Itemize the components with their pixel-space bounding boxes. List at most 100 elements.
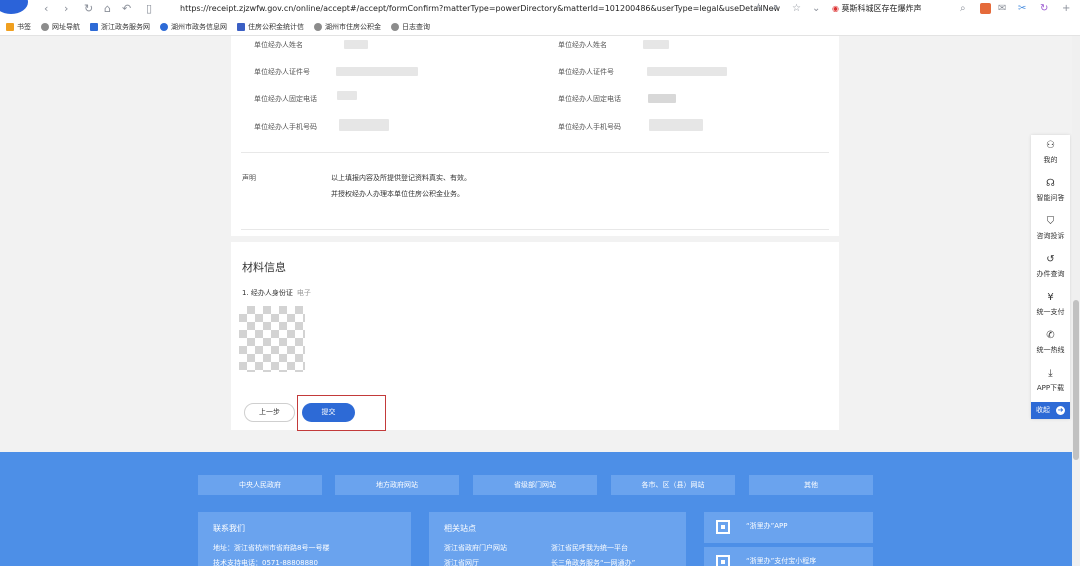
sidebar-item-qa[interactable]: ☊ 智能问答: [1031, 173, 1070, 211]
home-icon[interactable]: ⌂: [104, 3, 111, 15]
browser-chrome: ‹ › ↻ ⌂ ↶ ▯ https://receipt.zjzwfw.gov.c…: [0, 0, 1080, 36]
footer-link-provincial-dept[interactable]: 省级部门网站: [473, 475, 597, 495]
bookmarks-bar: 书签 网址导航 浙江政务服务网 湖州市政务信息网 住房公积金统计信 湖州市住房公…: [0, 19, 1080, 35]
related-link[interactable]: 浙江省政府门户网站: [444, 543, 507, 553]
redacted-value: [336, 67, 418, 76]
footer-link-other[interactable]: 其他: [749, 475, 873, 495]
materials-title: 材料信息: [242, 261, 286, 274]
sidebar-item-query[interactable]: ↺ 办件查询: [1031, 249, 1070, 287]
redacted-value: [648, 94, 676, 103]
download-icon: ⤓: [1048, 368, 1053, 379]
dropdown-icon[interactable]: ⌄: [812, 3, 820, 14]
sidebar-item-complaint[interactable]: ⛉ 咨询投诉: [1031, 211, 1070, 249]
forward-icon[interactable]: ›: [64, 3, 68, 15]
tools-icon[interactable]: ✂: [1018, 3, 1026, 14]
search-engine-icon: ◉: [832, 4, 839, 13]
material-item: 1. 经办人身份证 电子: [242, 289, 311, 297]
footer-contact: 联系我们 地址：浙江省杭州市省府路8号一号楼 技术支持电话：0571-88808…: [198, 512, 411, 566]
bookmark-item[interactable]: 住房公积金统计信: [237, 22, 304, 32]
address-bar[interactable]: https://receipt.zjzwfw.gov.cn/online/acc…: [180, 4, 780, 13]
field-label: 单位经办人固定电话: [254, 95, 317, 103]
site-footer: 中央人民政府 地方政府网站 省级部门网站 各市、区（县）网站 其他 联系我们 地…: [0, 452, 1080, 566]
arrow-right-icon: ➜: [1056, 406, 1065, 415]
redacted-value: [337, 91, 357, 100]
highlight-box: [297, 395, 386, 431]
favorite-star-icon[interactable]: ☆: [792, 3, 801, 14]
phone-icon: ✆: [1046, 330, 1055, 341]
bookmark-item[interactable]: 湖州市住房公积金: [314, 22, 381, 32]
sidebar-fold-button[interactable]: 收起 ➜: [1031, 402, 1070, 419]
related-link[interactable]: 浙江省民呼我为统一平台: [551, 543, 628, 553]
contact-phone: 技术支持电话：0571-88808880: [213, 559, 318, 566]
field-label: 单位经办人姓名: [558, 41, 607, 49]
related-title: 相关站点: [444, 524, 476, 533]
search-suggestion[interactable]: ◉ 莫斯科城区存在爆炸声: [832, 3, 922, 14]
undo-icon[interactable]: ↶: [122, 3, 131, 15]
globe-icon: [314, 23, 322, 31]
contact-title: 联系我们: [213, 524, 245, 533]
site-icon: [237, 23, 245, 31]
redacted-value: [647, 67, 727, 76]
redacted-value: [649, 119, 703, 131]
contact-address: 地址：浙江省杭州市省府路8号一号楼: [213, 544, 330, 552]
site-icon: [160, 23, 168, 31]
yuan-icon: ¥: [1047, 292, 1054, 303]
headset-icon: ☊: [1046, 178, 1055, 189]
footer-link-local-gov[interactable]: 地方政府网站: [335, 475, 459, 495]
sidebar-item-mine[interactable]: ⚇ 我的: [1031, 135, 1070, 173]
site-icon: [90, 23, 98, 31]
redacted-value: [643, 40, 669, 49]
redacted-value: [339, 119, 389, 131]
bookmark-item[interactable]: 网址导航: [41, 22, 80, 32]
shield-icon: ⛉: [1046, 216, 1055, 227]
footer-link-city-county[interactable]: 各市、区（县）网站: [611, 475, 735, 495]
footer-link-central-gov[interactable]: 中央人民政府: [198, 475, 322, 495]
sidebar-item-app[interactable]: ⤓ APP下载: [1031, 363, 1070, 401]
share-icon[interactable]: ↗: [770, 3, 778, 14]
lightning-icon[interactable]: ϟ: [756, 3, 763, 14]
star-icon: [6, 23, 14, 31]
field-label: 单位经办人手机号码: [254, 123, 317, 131]
footer-related-sites: 相关站点 浙江省政府门户网站 浙江省网厅 浙江省民呼我为统一平台 长三角政务服务…: [429, 512, 686, 566]
scrollbar-thumb[interactable]: [1073, 300, 1079, 460]
field-label: 单位经办人固定电话: [558, 95, 621, 103]
search-icon[interactable]: ⌕: [960, 3, 966, 14]
sidebar-item-hotline[interactable]: ✆ 统一热线: [1031, 325, 1070, 363]
bookmark-item[interactable]: 书签: [6, 22, 31, 32]
sidebar-item-payment[interactable]: ¥ 统一支付: [1031, 287, 1070, 325]
browser-logo-icon: [0, 0, 28, 14]
bookmark-item[interactable]: 湖州市政务信息网: [160, 22, 227, 32]
qr-code-icon: [716, 520, 730, 534]
history-icon: ↺: [1046, 254, 1055, 265]
back-icon[interactable]: ‹: [44, 3, 48, 15]
globe-icon: [41, 23, 49, 31]
field-label: 单位经办人手机号码: [558, 123, 621, 131]
field-label: 单位经办人证件号: [558, 68, 614, 76]
bookmark-item[interactable]: 日志查询: [391, 22, 430, 32]
related-link[interactable]: 浙江省网厅: [444, 558, 479, 566]
reader-icon[interactable]: ▯: [146, 3, 152, 15]
extension-icon[interactable]: [980, 3, 991, 14]
divider: [241, 229, 829, 230]
refresh-icon[interactable]: ↻: [84, 3, 93, 15]
globe-icon: [391, 23, 399, 31]
material-tag: 电子: [296, 289, 311, 297]
field-label: 单位经办人姓名: [254, 41, 303, 49]
prev-step-button[interactable]: 上一步: [244, 403, 295, 422]
mail-icon[interactable]: ✉: [998, 3, 1006, 14]
footer-miniprogram[interactable]: “浙里办”支付宝小程序: [704, 547, 873, 566]
new-tab-icon[interactable]: +: [1062, 3, 1070, 14]
user-icon: ⚇: [1046, 140, 1055, 151]
refresh-tab-icon[interactable]: ↻: [1040, 3, 1048, 14]
declaration-text: 以上填报内容及所提供登记资料真实、有效。并授权经办人办理本单位住房公积金业务。: [331, 174, 471, 198]
redacted-value: [344, 40, 368, 49]
qr-code-icon: [716, 555, 730, 566]
bookmark-item[interactable]: 浙江政务服务网: [90, 22, 150, 32]
related-link[interactable]: 长三角政务服务“一网通办”: [551, 558, 635, 566]
applicant-info-card: 单位经办人姓名 单位经办人证件号 单位经办人固定电话 单位经办人手机号码 单位经…: [231, 36, 839, 236]
id-card-thumbnail[interactable]: [239, 306, 305, 372]
floating-sidebar: ⚇ 我的 ☊ 智能问答 ⛉ 咨询投诉 ↺ 办件查询 ¥ 统一支付 ✆ 统一热线 …: [1031, 135, 1070, 419]
footer-app-download[interactable]: “浙里办”APP: [704, 512, 873, 543]
divider: [241, 152, 829, 153]
declaration-label: 声明: [242, 174, 256, 182]
